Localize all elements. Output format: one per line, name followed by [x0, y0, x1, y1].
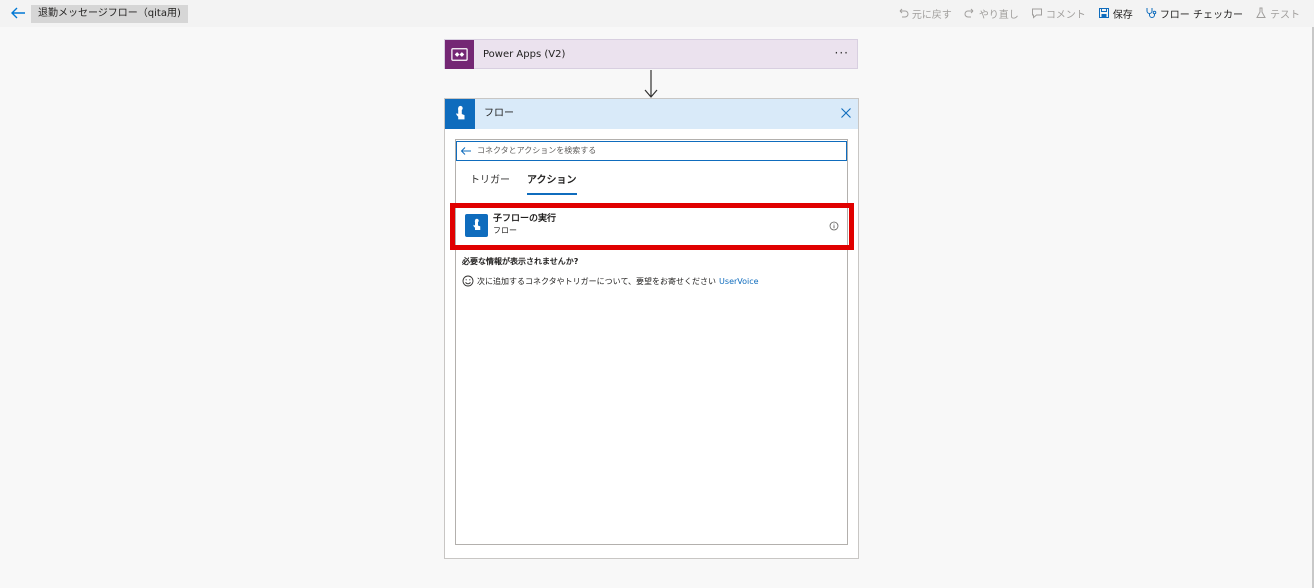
- back-arrow-icon[interactable]: [9, 5, 27, 21]
- test-button[interactable]: テスト: [1255, 6, 1300, 21]
- suggestion-line: 次に追加するコネクタやトリガーについて、要望をお寄せください UserVoice: [462, 275, 759, 287]
- uservoice-link[interactable]: UserVoice: [719, 277, 759, 286]
- action-run-child-flow[interactable]: 子フローの実行 フロー: [456, 210, 847, 243]
- back-arrow-icon[interactable]: [460, 145, 472, 157]
- flow-checker-button[interactable]: フロー チェッカー: [1145, 6, 1243, 21]
- flask-icon: [1256, 7, 1266, 18]
- panel-header: フロー: [445, 99, 858, 129]
- action-subtitle: フロー: [493, 226, 517, 235]
- toolbar: 元に戻す やり直し コメント 保存 フロー チェッカー テスト: [897, 4, 1300, 22]
- redo-icon: [964, 8, 974, 18]
- comment-label: コメント: [1045, 9, 1086, 21]
- undo-button[interactable]: 元に戻す: [897, 6, 952, 21]
- panel-title: フロー: [484, 108, 514, 119]
- undo-label: 元に戻す: [911, 9, 952, 21]
- top-bar: 退勤メッセージフロー（qita用) 元に戻す やり直し コメント 保存 フロー …: [0, 0, 1314, 27]
- tab-actions[interactable]: アクション: [527, 173, 577, 195]
- tab-triggers[interactable]: トリガー: [470, 173, 510, 195]
- search-input[interactable]: コネクタとアクションを検索する: [456, 141, 847, 161]
- more-options-button[interactable]: ···: [835, 40, 849, 67]
- flow-checker-label: フロー チェッカー: [1159, 9, 1243, 21]
- flow-connector-icon: [445, 99, 475, 129]
- panel-body: コネクタとアクションを検索する トリガー アクション 子フローの実行 フロー 必…: [450, 139, 854, 545]
- suggestion-text: 次に追加するコネクタやトリガーについて、要望をお寄せください: [477, 276, 717, 286]
- connector-arrow-icon: [644, 70, 658, 98]
- need-info-heading: 必要な情報が表示されませんか?: [462, 257, 579, 266]
- power-apps-trigger-card[interactable]: Power Apps (V2) ···: [444, 39, 858, 69]
- save-button[interactable]: 保存: [1098, 6, 1133, 21]
- power-apps-icon: [445, 40, 474, 69]
- close-icon[interactable]: [840, 107, 852, 119]
- action-title: 子フローの実行: [493, 214, 557, 224]
- comment-button[interactable]: コメント: [1031, 6, 1086, 21]
- undo-icon: [899, 8, 909, 18]
- trigger-title: Power Apps (V2): [483, 49, 566, 60]
- save-icon: [1098, 8, 1109, 18]
- save-label: 保存: [1112, 9, 1133, 21]
- comment-icon: [1031, 8, 1042, 19]
- flow-connector-icon: [465, 214, 488, 237]
- action-picker-panel: フロー コネクタとアクションを検索する トリガー アクション 子フローの実行 フ…: [444, 98, 859, 559]
- tab-bar: トリガー アクション: [470, 173, 577, 195]
- info-icon[interactable]: [829, 221, 839, 231]
- stethoscope-icon: [1146, 8, 1157, 18]
- search-placeholder: コネクタとアクションを検索する: [477, 146, 597, 155]
- smiley-icon: [462, 275, 474, 287]
- flow-name[interactable]: 退勤メッセージフロー（qita用): [31, 5, 188, 23]
- redo-button[interactable]: やり直し: [964, 6, 1019, 21]
- redo-label: やり直し: [978, 9, 1019, 21]
- test-label: テスト: [1270, 9, 1300, 21]
